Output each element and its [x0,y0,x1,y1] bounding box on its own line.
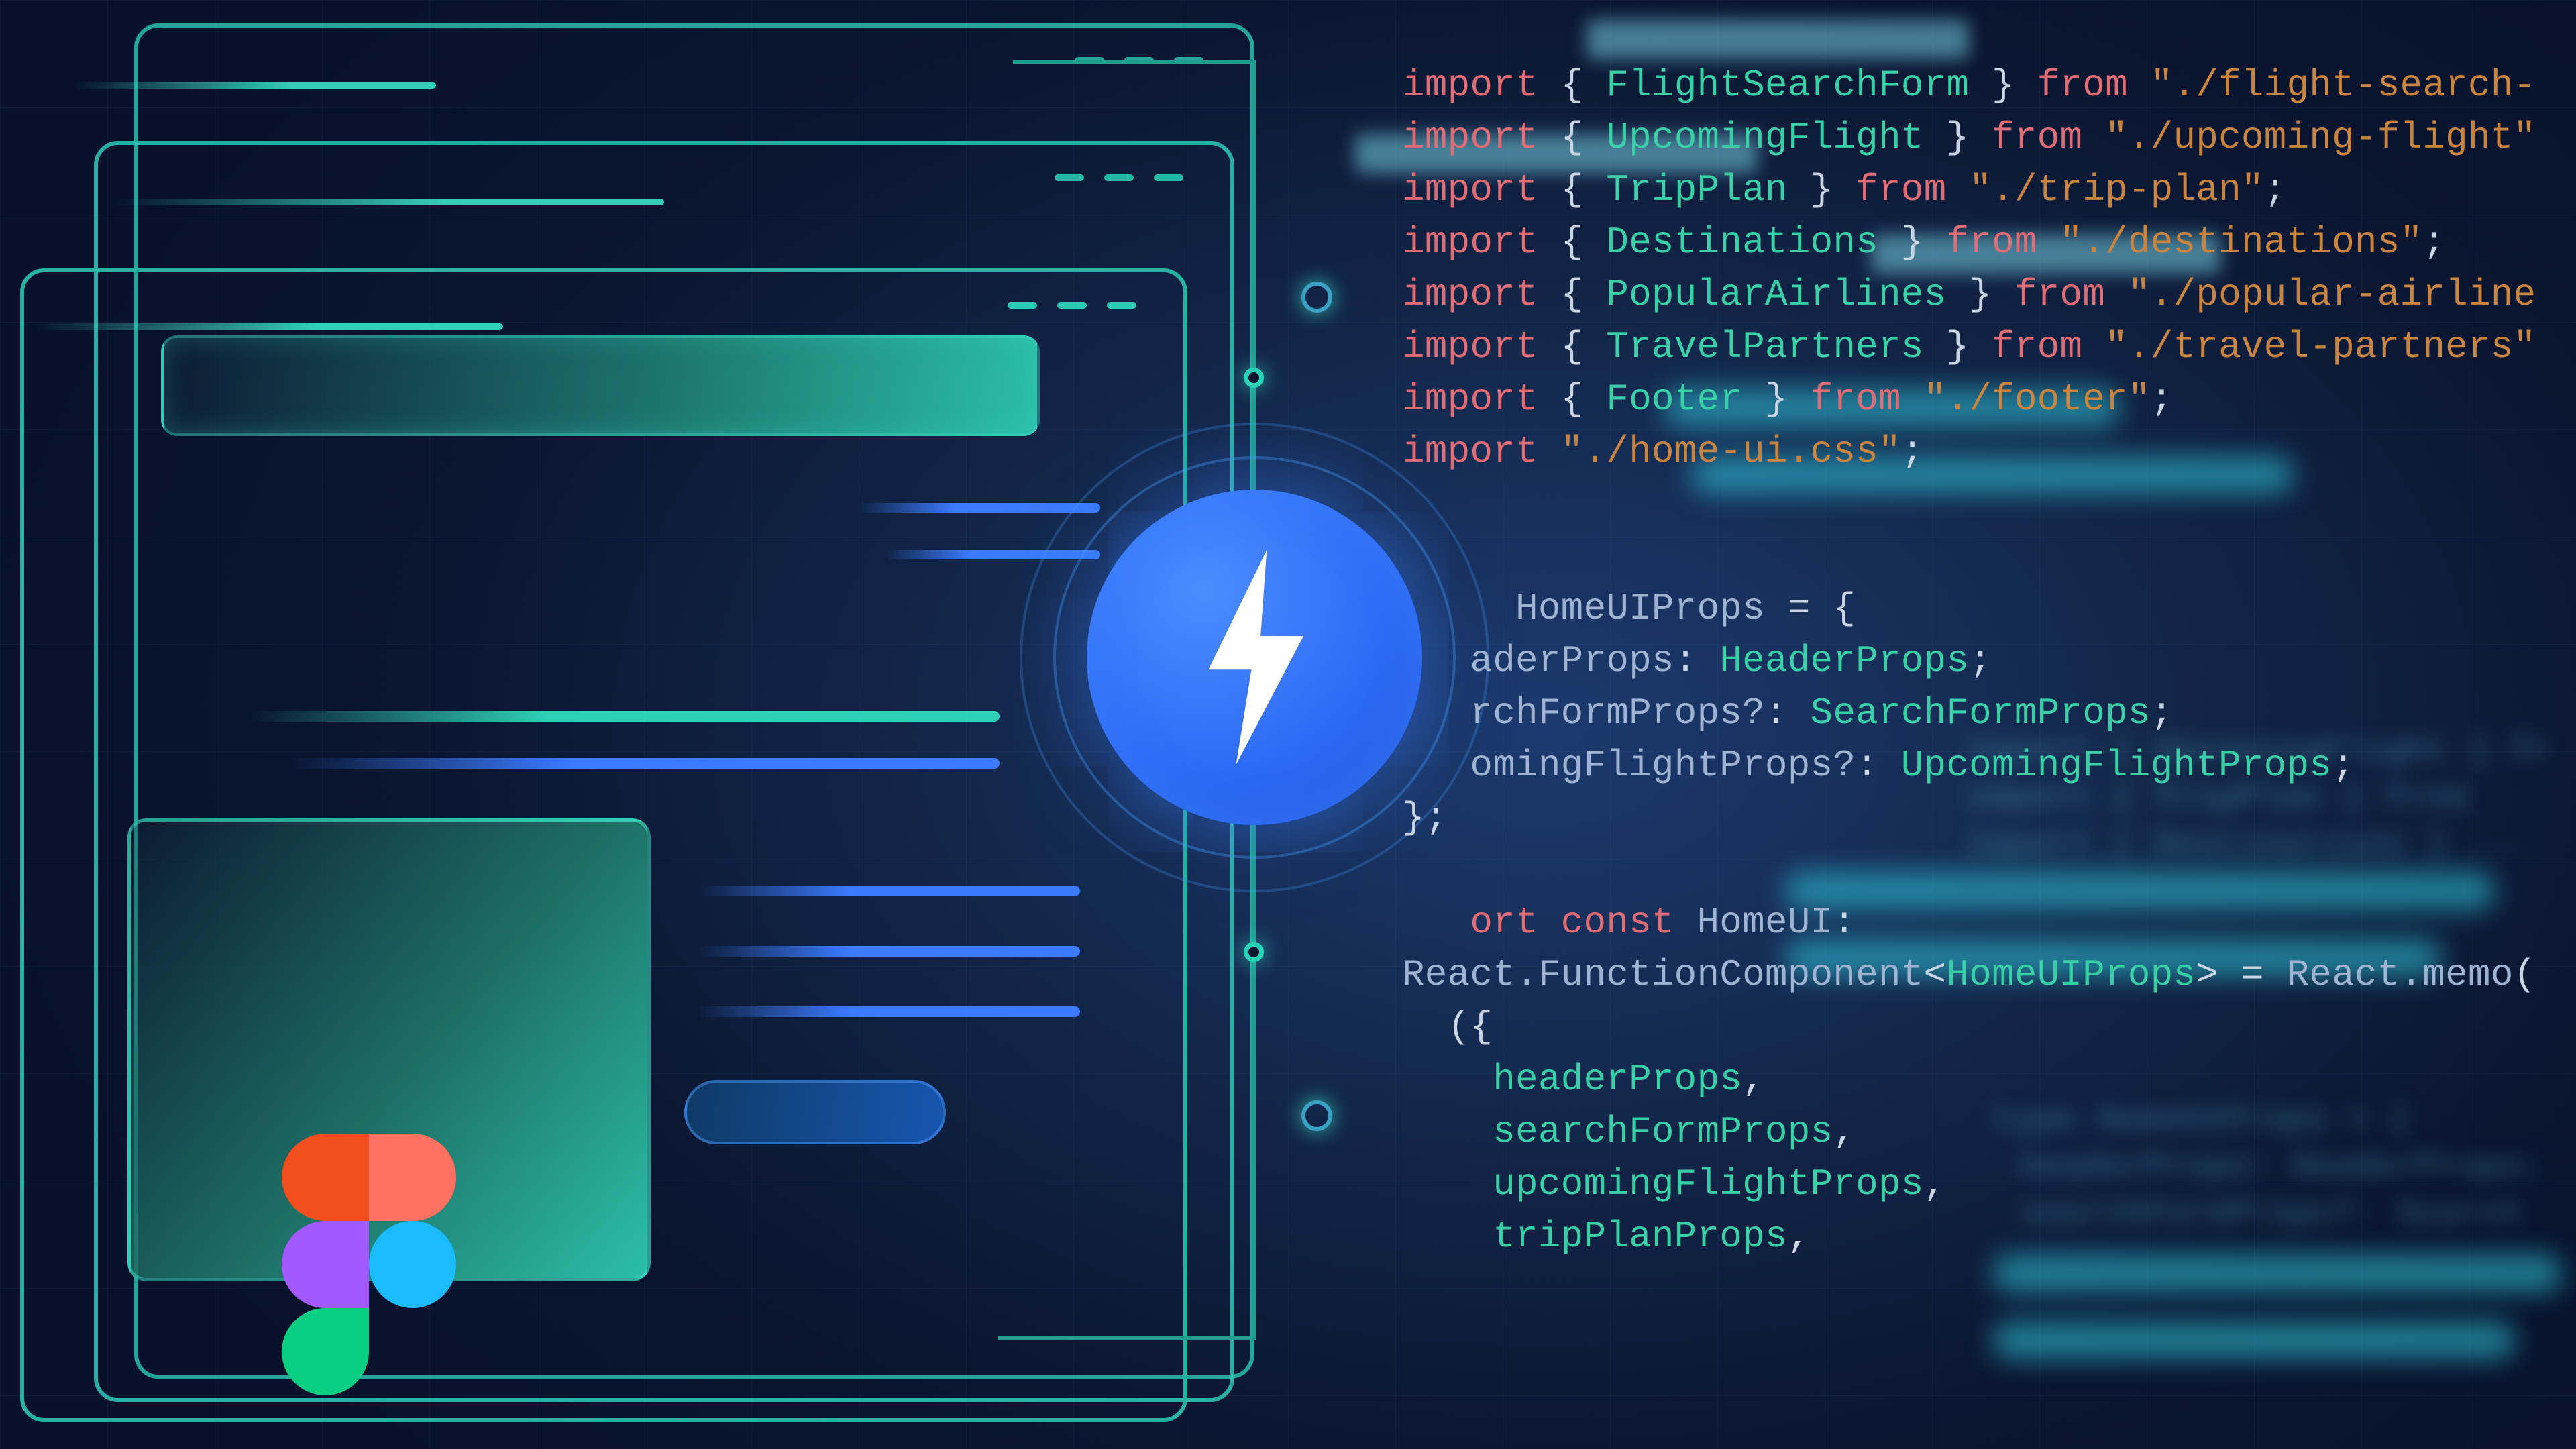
paragraph-line [698,1006,1080,1017]
figma-logo [282,1134,456,1402]
breakpoint-node [1301,1100,1332,1131]
motion-streak [74,82,436,89]
window-controls [1055,174,1183,181]
window-controls [1008,302,1136,309]
cta-button [684,1080,946,1144]
connector-node [1244,942,1264,962]
connector-line [998,1336,1256,1340]
paragraph-line [698,946,1080,957]
content-line [248,711,1000,722]
connector-node [1244,368,1264,388]
code-panel: import { FlightSearchForm } from "./flig… [1402,7,2576,1263]
content-line [288,758,1000,769]
hero-block [161,335,1040,436]
motion-streak [114,199,664,205]
breakpoint-node [1301,282,1332,313]
motion-streak [34,323,503,330]
connector-line [1013,60,1254,64]
